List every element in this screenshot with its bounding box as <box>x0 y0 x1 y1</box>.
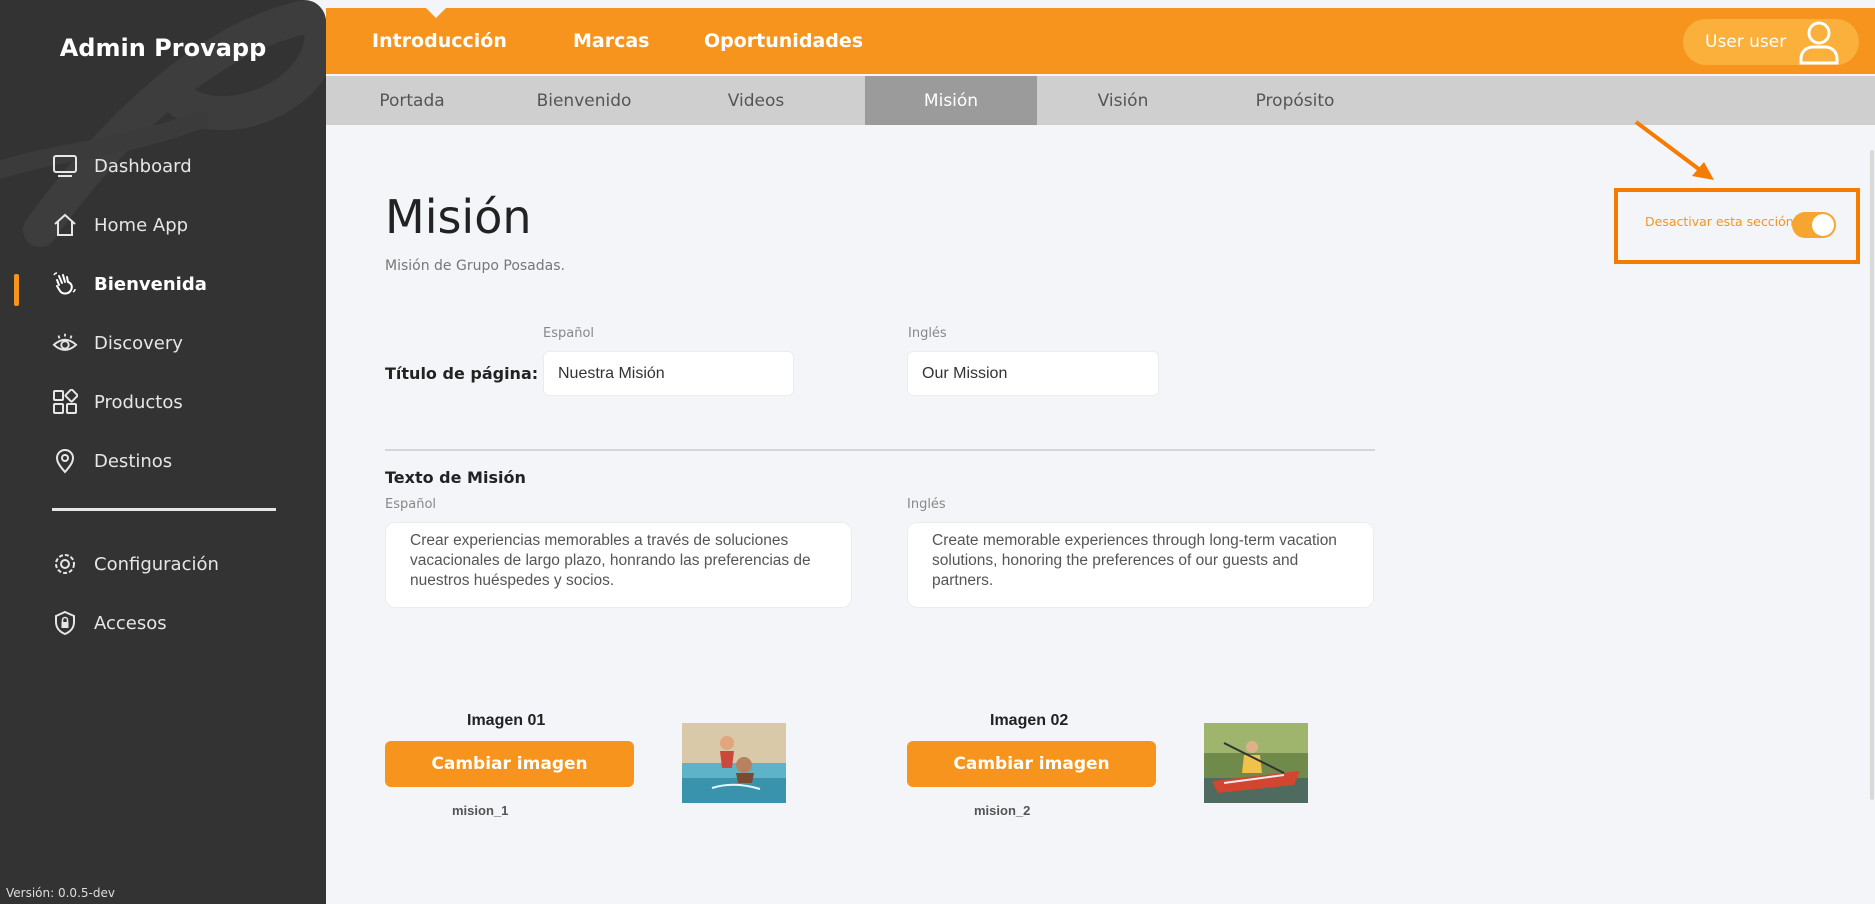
waving-hand-icon <box>52 271 78 297</box>
sidebar-item-destinos[interactable]: Destinos <box>52 441 172 481</box>
user-menu-button[interactable]: User user <box>1683 19 1859 65</box>
topnav-marcas[interactable]: Marcas <box>573 8 650 74</box>
text-section-label: Texto de Misión <box>385 468 526 487</box>
sidebar-item-label: Accesos <box>94 612 167 634</box>
topnav-oportunidades[interactable]: Oportunidades <box>704 8 863 74</box>
home-icon <box>52 212 78 238</box>
lang-label-es: Español <box>543 326 595 341</box>
tab-videos[interactable]: Videos <box>670 76 842 125</box>
tab-bienvenido[interactable]: Bienvenido <box>498 76 670 125</box>
sidebar-item-label: Discovery <box>94 332 183 354</box>
location-pin-icon <box>52 448 78 474</box>
sidebar: Admin Provapp Dashboard Home App Bienven… <box>0 0 326 904</box>
sidebar-divider <box>52 508 276 511</box>
tab-portada[interactable]: Portada <box>326 76 498 125</box>
gear-icon <box>52 551 78 577</box>
eye-icon <box>52 330 78 356</box>
image-01-thumbnail <box>682 723 786 803</box>
page-scrollbar[interactable] <box>1870 150 1874 800</box>
page-subtitle: Misión de Grupo Posadas. <box>385 258 565 274</box>
lang-label-en: Inglés <box>908 326 947 341</box>
tab-mision[interactable]: Misión <box>865 76 1037 125</box>
sidebar-item-label: Bienvenida <box>94 273 207 295</box>
section-divider <box>385 449 1375 451</box>
pool-photo-icon <box>682 723 786 803</box>
monitor-icon <box>52 153 78 179</box>
mission-text-es[interactable]: Crear experiencias memorables a través d… <box>385 522 852 608</box>
page-title: Misión <box>385 190 532 244</box>
user-name: User user <box>1705 32 1787 52</box>
toggle-label: Desactivar esta sección <box>1645 214 1794 229</box>
sidebar-item-home-app[interactable]: Home App <box>52 205 188 245</box>
active-indicator <box>14 274 19 306</box>
top-navbar <box>326 8 1875 74</box>
sidebar-item-dashboard[interactable]: Dashboard <box>52 146 192 186</box>
disable-section-toggle[interactable] <box>1792 212 1836 238</box>
mission-text-en[interactable]: Create memorable experiences through lon… <box>907 522 1374 608</box>
sidebar-item-bienvenida[interactable]: Bienvenida <box>52 264 207 304</box>
title-en-input[interactable]: Our Mission <box>907 351 1159 396</box>
sidebar-item-label: Configuración <box>94 553 219 575</box>
toggle-knob <box>1812 214 1834 236</box>
image-01-label: Imagen 01 <box>467 712 546 729</box>
image-01-filename: mision_1 <box>452 803 509 818</box>
change-image-01-button[interactable]: Cambiar imagen <box>385 741 634 787</box>
title-es-input[interactable]: Nuestra Misión <box>543 351 794 396</box>
grid-icon <box>52 389 78 415</box>
text-lang-label-es: Español <box>385 497 437 512</box>
tab-proposito[interactable]: Propósito <box>1209 76 1381 125</box>
tab-vision[interactable]: Visión <box>1037 76 1209 125</box>
change-image-02-button[interactable]: Cambiar imagen <box>907 741 1156 787</box>
image-02-label: Imagen 02 <box>990 712 1069 729</box>
arrow-annotation-icon <box>1634 120 1714 180</box>
sidebar-item-discovery[interactable]: Discovery <box>52 323 183 363</box>
sidebar-item-accesos[interactable]: Accesos <box>52 603 167 643</box>
sidebar-item-label: Productos <box>94 391 183 413</box>
sidebar-item-configuracion[interactable]: Configuración <box>52 544 219 584</box>
shield-lock-icon <box>52 610 78 636</box>
app-version: Versión: 0.0.5-dev <box>6 886 115 900</box>
sidebar-item-productos[interactable]: Productos <box>52 382 183 422</box>
user-avatar-icon <box>1799 21 1839 65</box>
sidebar-item-label: Dashboard <box>94 155 192 177</box>
page-title-label: Título de página: <box>385 364 539 383</box>
kayak-photo-icon <box>1204 723 1308 803</box>
sidebar-item-label: Home App <box>94 214 189 236</box>
text-lang-label-en: Inglés <box>907 497 946 512</box>
app-brand: Admin Provapp <box>59 34 267 62</box>
sidebar-item-label: Destinos <box>94 450 173 472</box>
image-02-filename: mision_2 <box>974 803 1031 818</box>
image-02-thumbnail <box>1204 723 1308 803</box>
topnav-introduccion[interactable]: Introducción <box>372 8 507 74</box>
